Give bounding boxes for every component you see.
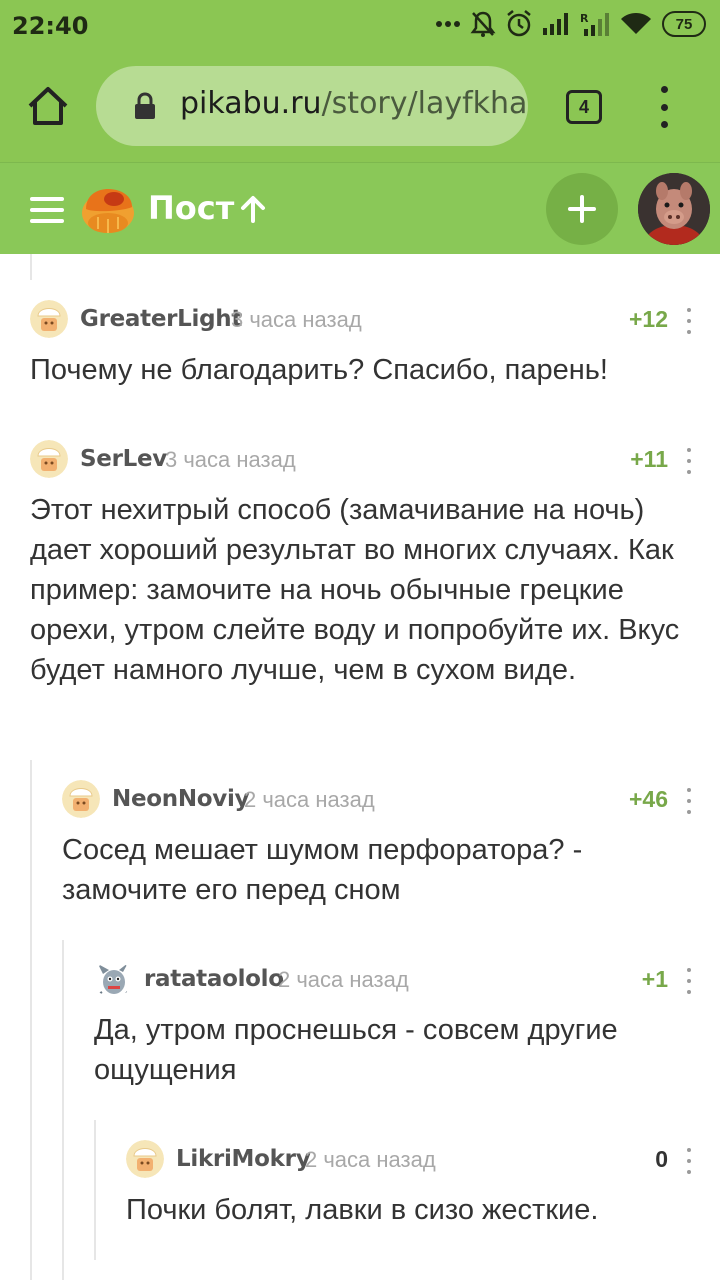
comment-score: +46 xyxy=(628,786,668,812)
browser-toolbar: pikabu.ru/story/layfkha 4 xyxy=(0,52,720,162)
comment-header: GreaterLight 3 часа назад +12 xyxy=(30,300,700,340)
comment-menu-icon[interactable] xyxy=(686,308,692,334)
comment-header: SerLev 3 часа назад +11 xyxy=(30,440,700,480)
avatar[interactable] xyxy=(30,440,68,478)
comment-header: NeonNoviy 2 часа назад +46 xyxy=(62,780,700,820)
thread-line xyxy=(94,1120,96,1260)
battery-level: 75 xyxy=(675,15,693,33)
battery-icon: 75 xyxy=(662,11,706,37)
mute-icon xyxy=(470,10,496,38)
comment-author[interactable]: GreaterLight xyxy=(80,306,242,332)
comment-header: ratataololo 2 часа назад +1 xyxy=(94,960,700,1000)
comment-score: +11 xyxy=(630,446,668,472)
user-avatar[interactable] xyxy=(638,173,710,245)
comment-score: 0 xyxy=(655,1146,668,1172)
comment: SerLev 3 часа назад +11 Этот нехитрый сп… xyxy=(30,440,700,740)
comment-time: 3 часа назад xyxy=(231,307,362,332)
arrow-up-icon[interactable] xyxy=(240,195,266,223)
status-time: 22:40 xyxy=(12,12,89,40)
signal-icon xyxy=(542,12,570,36)
address-bar[interactable]: pikabu.ru/story/layfkha xyxy=(96,66,528,146)
comment-text: Сосед мешает шумом перфоратора? - замочи… xyxy=(62,834,583,906)
signal-r-icon: R xyxy=(580,11,610,37)
tab-count: 4 xyxy=(578,96,589,117)
comment-menu-icon[interactable] xyxy=(686,788,692,814)
add-post-button[interactable] xyxy=(546,173,618,245)
comment-menu-icon[interactable] xyxy=(686,448,692,474)
comment-text: Почки болят, лавки в сизо жесткие. xyxy=(126,1194,599,1226)
url-text: pikabu.ru/story/layfkha xyxy=(180,86,527,121)
avatar[interactable] xyxy=(94,960,132,998)
comment-score: +1 xyxy=(641,966,668,992)
status-icons: R 75 xyxy=(436,10,706,38)
comment-header: LikriMokry 2 часа назад 0 xyxy=(126,1140,700,1180)
thread-line xyxy=(30,254,32,280)
url-host: pikabu.ru xyxy=(180,86,322,121)
alarm-icon xyxy=(506,10,532,38)
status-bar: 22:40 R 75 xyxy=(0,0,720,52)
wifi-icon xyxy=(620,12,652,36)
home-icon[interactable] xyxy=(26,84,70,128)
avatar[interactable] xyxy=(126,1140,164,1178)
page-title: Пост xyxy=(148,189,235,227)
comment-score: +12 xyxy=(628,306,668,332)
plus-icon xyxy=(568,195,596,223)
comment-author[interactable]: ratataololo xyxy=(144,966,284,992)
url-path: /story/layfkha xyxy=(321,86,528,121)
comments-section: GreaterLight 3 часа назад +12 Почему не … xyxy=(0,254,720,1280)
avatar[interactable] xyxy=(62,780,100,818)
comment-text: Почему не благодарить? Спасибо, парень! xyxy=(30,354,608,386)
tab-switcher-button[interactable]: 4 xyxy=(566,90,602,124)
comment-time: 2 часа назад xyxy=(244,787,375,812)
comment: GreaterLight 3 часа назад +12 Почему не … xyxy=(30,300,700,400)
thread-line xyxy=(62,940,64,1280)
comment-text: Да, утром проснешься - совсем другие ощу… xyxy=(94,1014,618,1086)
comment-menu-icon[interactable] xyxy=(686,1148,692,1174)
comment-author[interactable]: SerLev xyxy=(80,446,167,472)
avatar[interactable] xyxy=(30,300,68,338)
comment-time: 2 часа назад xyxy=(278,967,409,992)
comment: ratataololo 2 часа назад +1 Да, утром пр… xyxy=(94,960,700,1100)
svg-text:R: R xyxy=(580,12,589,25)
app-header: Пост xyxy=(0,162,720,254)
comment-author[interactable]: NeonNoviy xyxy=(112,786,250,812)
comment-time: 2 часа назад xyxy=(305,1147,436,1172)
comment-author[interactable]: LikriMokry xyxy=(176,1146,311,1172)
thread-line xyxy=(30,760,32,1280)
comment: NeonNoviy 2 часа назад +46 Сосед мешает … xyxy=(62,780,700,920)
comment-text: Этот нехитрый способ (замачивание на ноч… xyxy=(30,494,680,686)
dots-icon xyxy=(436,20,460,28)
pikabu-logo[interactable] xyxy=(80,183,136,235)
hamburger-menu-icon[interactable] xyxy=(30,197,64,223)
comment-time: 3 часа назад xyxy=(165,447,296,472)
lock-icon xyxy=(135,92,155,119)
comment: LikriMokry 2 часа назад 0 Почки болят, л… xyxy=(126,1140,700,1240)
comment-menu-icon[interactable] xyxy=(686,968,692,994)
browser-menu-icon[interactable] xyxy=(652,86,676,128)
